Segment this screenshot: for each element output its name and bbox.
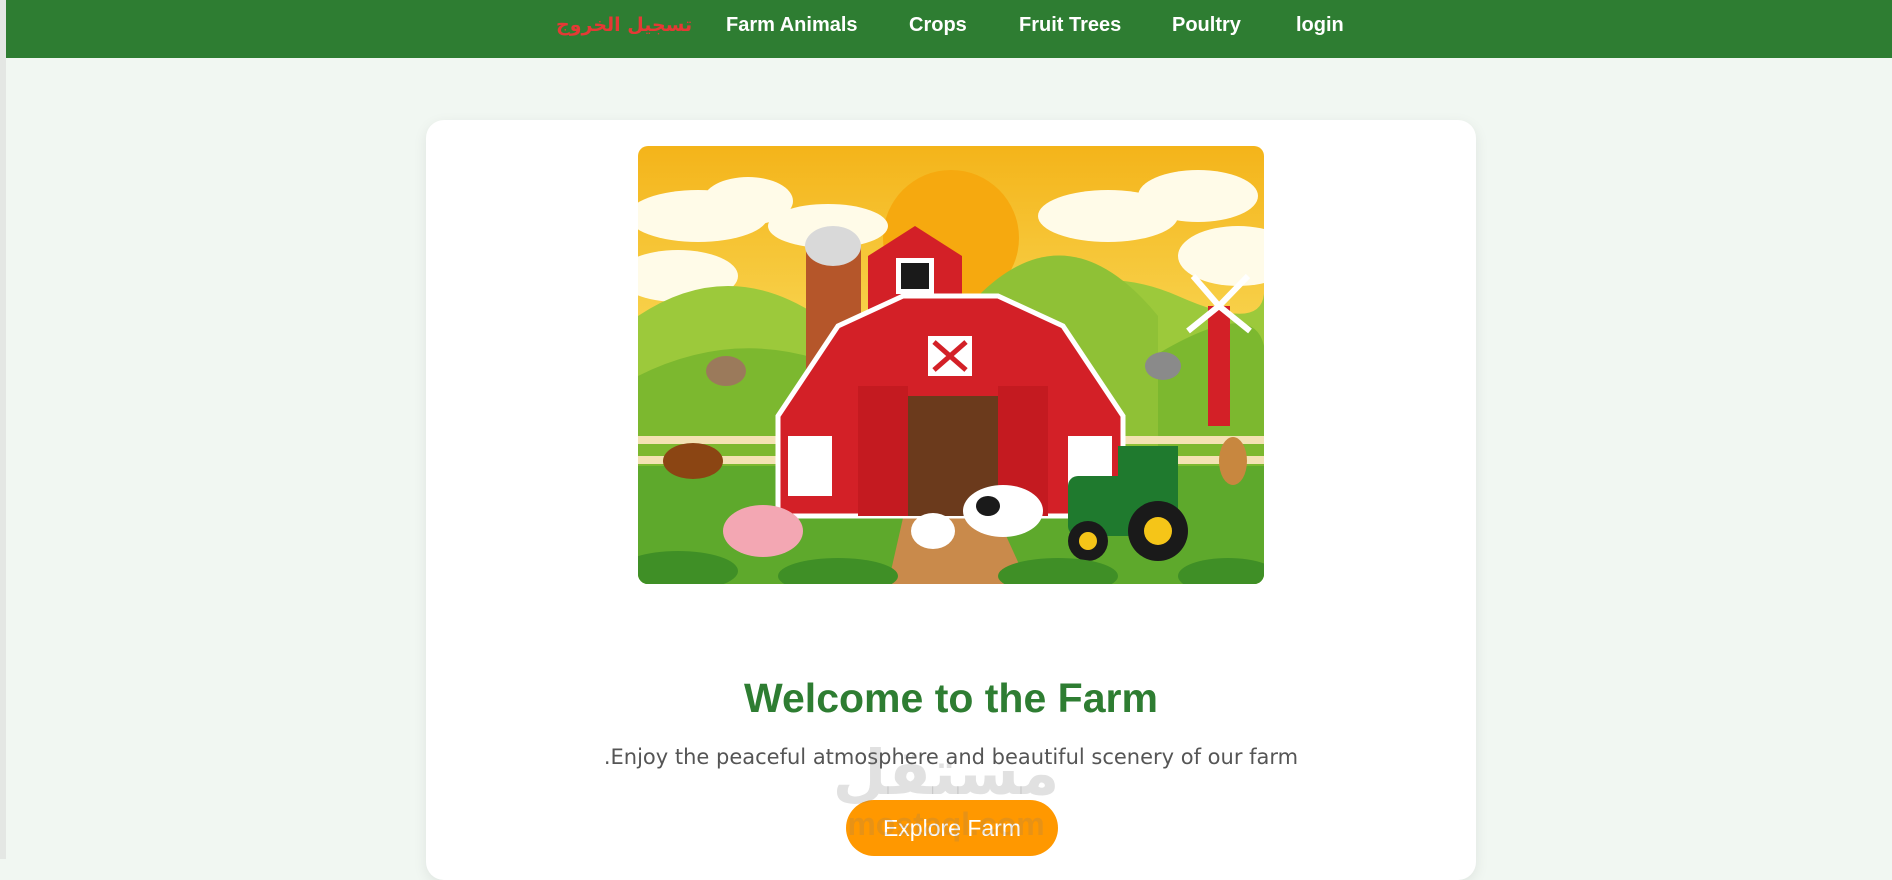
nav-crops-link[interactable]: Crops xyxy=(909,14,967,37)
nav-logout-link[interactable]: تسجيل الخروج xyxy=(556,14,692,36)
top-navbar: تسجيل الخروج Farm Animals Crops Fruit Tr… xyxy=(6,0,1892,58)
farm-hero-image xyxy=(638,146,1264,584)
page-title: Welcome to the Farm xyxy=(744,675,1158,722)
window-edge xyxy=(0,0,6,859)
nav-poultry-link[interactable]: Poultry xyxy=(1172,14,1241,37)
nav-login-link[interactable]: login xyxy=(1296,14,1344,37)
page-subtitle: .Enjoy the peaceful atmosphere and beaut… xyxy=(603,745,1299,769)
welcome-card: Welcome to the Farm .Enjoy the peaceful … xyxy=(426,120,1476,880)
nav-fruit-trees-link[interactable]: Fruit Trees xyxy=(1019,14,1121,37)
nav-farm-animals-link[interactable]: Farm Animals xyxy=(726,14,858,37)
explore-farm-button[interactable]: Explore Farm xyxy=(846,800,1058,856)
